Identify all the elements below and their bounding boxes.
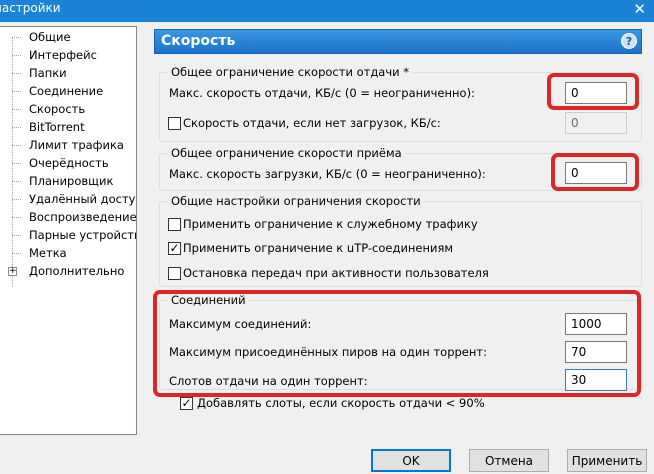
- general-limit-legend: Общие настройки ограничения скорости: [168, 194, 424, 208]
- limit-overhead-label: Применить ограничение к служебному трафи…: [183, 217, 478, 231]
- upload-slots-label: Слотов отдачи на один торрент:: [169, 374, 368, 388]
- extra-slots-label: Добавлять слоты, если скорость отдачи < …: [197, 396, 485, 410]
- max-upload-label: Макс. скорость отдачи, КБ/с (0 = неогран…: [169, 86, 475, 100]
- tree-branch-line: [12, 145, 21, 146]
- limit-utp-checkbox[interactable]: ✓: [168, 242, 181, 255]
- tree-item-label: Лимит трафика: [29, 138, 124, 152]
- limit-utp-label: Применить ограничение к uTP-соединениям: [183, 241, 454, 255]
- tree-item-label: Удалённый доступ: [29, 192, 137, 206]
- tree-branch-line: [12, 181, 21, 182]
- limit-overhead-checkbox[interactable]: [168, 218, 181, 231]
- tree-item-label: Воспроизведение: [29, 210, 137, 224]
- max-download-label: Макс. скорость загрузки, КБ/с (0 = неогр…: [169, 167, 486, 181]
- window-title: настройки: [0, 1, 61, 15]
- max-peers-label: Максимум присоединённых пиров на один то…: [169, 345, 487, 359]
- tree-connector-line: [12, 37, 13, 287]
- stop-on-activity-label: Остановка передач при активности пользов…: [183, 266, 489, 280]
- max-upload-input[interactable]: [565, 82, 627, 104]
- max-connections-input[interactable]: [565, 313, 627, 335]
- tree-branch-line: [12, 163, 21, 164]
- expand-icon[interactable]: +: [8, 267, 17, 276]
- no-download-upload-checkbox[interactable]: [168, 117, 181, 130]
- connections-legend: Соединений: [168, 293, 249, 307]
- extra-slots-checkbox[interactable]: ✓: [180, 397, 193, 410]
- tree-item-label: Соединение: [29, 84, 104, 98]
- tree-item-label: Планировщик: [29, 174, 114, 188]
- upload-limit-legend: Общее ограничение скорости отдачи *: [168, 65, 412, 79]
- tree-item-label: Парные устройства: [29, 228, 137, 242]
- tree-branch-line: [12, 235, 21, 236]
- window-titlebar: настройки ✕: [0, 0, 654, 22]
- tree-branch-line: [12, 199, 21, 200]
- tree-item-label: Интерфейс: [29, 48, 97, 62]
- settings-tree[interactable]: Общие Интерфейс Папки Соединение Скорост…: [0, 26, 137, 435]
- section-header: Скорость ?: [154, 29, 642, 54]
- max-connections-label: Максимум соединений:: [169, 317, 312, 331]
- cancel-button[interactable]: Отмена: [469, 449, 549, 472]
- tree-branch-line: [12, 127, 21, 128]
- tree-item-label: Скорость: [29, 102, 86, 116]
- no-download-upload-input[interactable]: [565, 112, 627, 134]
- tree-branch-line: [12, 253, 21, 254]
- tree-item-label: Общие: [29, 30, 71, 44]
- tree-item-label: BitTorrent: [29, 120, 85, 134]
- tree-branch-line: [12, 73, 21, 74]
- upload-slots-input[interactable]: [565, 369, 627, 391]
- no-download-upload-label: Скорость отдачи, если нет загрузок, КБ/с…: [183, 116, 441, 130]
- ok-button[interactable]: OK: [371, 449, 451, 472]
- apply-button[interactable]: Применить: [567, 449, 647, 472]
- tree-branch-line: [12, 91, 21, 92]
- help-icon[interactable]: ?: [621, 33, 637, 49]
- tree-branch-line: [12, 37, 21, 38]
- close-icon[interactable]: ✕: [633, 0, 646, 18]
- tree-item-label: Метка: [29, 246, 67, 260]
- tree-item-label: Дополнительно: [29, 264, 125, 278]
- tree-branch-line: [12, 55, 21, 56]
- max-peers-input[interactable]: [565, 341, 627, 363]
- download-limit-legend: Общее ограничение скорости приёма: [168, 146, 405, 160]
- tree-branch-line: [12, 109, 21, 110]
- section-title: Скорость: [161, 33, 236, 49]
- stop-on-activity-checkbox[interactable]: [168, 267, 181, 280]
- tree-branch-line: [12, 217, 21, 218]
- tree-item-label: Папки: [29, 66, 67, 80]
- tree-item-label: Очерёдность: [29, 156, 109, 170]
- max-download-input[interactable]: [565, 162, 627, 184]
